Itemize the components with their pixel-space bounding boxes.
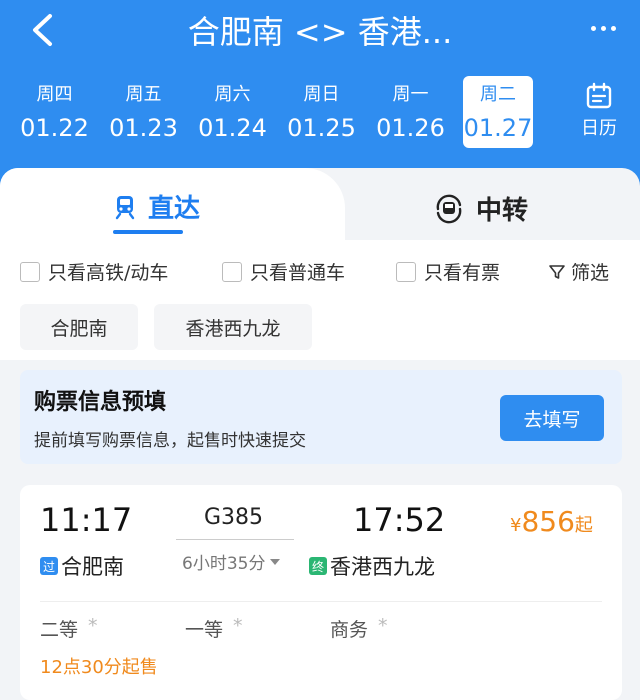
tab-underline: [113, 230, 183, 234]
date-item[interactable]: 周日 01.25: [277, 76, 366, 148]
seat-availability: *: [233, 615, 243, 637]
from-station-name: 合肥南: [61, 555, 124, 579]
arrival-time: 17:52: [353, 501, 446, 539]
checkbox[interactable]: [396, 261, 416, 282]
to-station-name: 香港西九龙: [330, 555, 435, 579]
date-weekday: 周二: [480, 84, 516, 105]
seat-business: 商务 *: [330, 615, 388, 642]
date-value: 01.23: [109, 114, 178, 142]
calendar-icon: [586, 82, 612, 109]
date-selector: 周四 01.22 周五 01.23 周六 01.24 周日 01.25 周一 01.26 …: [10, 76, 550, 148]
checkbox[interactable]: [222, 261, 242, 282]
seat-availability: *: [378, 615, 388, 637]
prefill-button[interactable]: 去填写: [500, 395, 604, 441]
filter-high-speed[interactable]: 只看高铁/动车: [20, 258, 168, 285]
duration[interactable]: 6小时35分: [182, 549, 281, 574]
terminal-badge: 终: [309, 557, 327, 575]
seat-label: 一等: [185, 619, 224, 641]
date-weekday: 周日: [303, 84, 340, 105]
prefill-title: 购票信息预填: [34, 390, 167, 415]
price-suffix: 起: [574, 515, 593, 536]
filter-button-label: 筛选: [571, 262, 610, 284]
departure-time: 11:17: [40, 501, 133, 539]
filter-button[interactable]: 筛选: [548, 258, 609, 285]
station-tag-to[interactable]: 香港西九龙: [154, 304, 312, 350]
seat-label: 二等: [40, 619, 79, 641]
seat-label: 商务: [330, 619, 369, 641]
duration-text: 6小时35分: [182, 554, 266, 574]
filter-label: 只看高铁/动车: [48, 262, 169, 284]
date-weekday: 周六: [214, 84, 251, 105]
checkbox[interactable]: [20, 261, 40, 282]
seat-availability: *: [88, 615, 98, 637]
tab-transfer[interactable]: 中转: [432, 190, 528, 227]
tab-transfer-label: 中转: [476, 196, 529, 226]
prefill-subtitle: 提前填写购票信息，起售时快速提交: [34, 431, 306, 451]
tab-direct[interactable]: 直达: [0, 168, 345, 240]
route-line: [176, 539, 294, 540]
calendar-label: 日历: [581, 118, 617, 139]
date-item[interactable]: 周五 01.23: [99, 76, 188, 148]
price-amount: 856: [521, 505, 575, 538]
station-tag-from[interactable]: 合肥南: [20, 304, 138, 350]
prefill-card: 购票信息预填 提前填写购票信息，起售时快速提交 去填写: [20, 370, 622, 464]
date-weekday: 周五: [125, 84, 162, 105]
price: ¥ 856 起: [510, 505, 593, 538]
to-station: 终 香港西九龙: [309, 551, 435, 581]
divider: [40, 601, 602, 602]
filter-section: 只看高铁/动车 只看普通车 只看有票 筛选 合肥南 香港西九龙: [0, 240, 640, 360]
train-card[interactable]: 11:17 G385 6小时35分 17:52 ¥ 856 起 过 合肥南 终 …: [20, 485, 622, 700]
date-value: 01.24: [198, 114, 267, 142]
seat-second-class: 二等 *: [40, 615, 98, 642]
date-item[interactable]: 周四 01.22: [10, 76, 99, 148]
date-item-selected[interactable]: 周二 01.27: [463, 76, 533, 148]
train-number: G385: [204, 505, 264, 530]
filter-available[interactable]: 只看有票: [396, 258, 500, 285]
filter-label: 只看普通车: [250, 262, 346, 284]
date-item[interactable]: 周六 01.24: [188, 76, 277, 148]
train-icon: [115, 195, 135, 219]
date-value: 01.26: [376, 114, 445, 142]
date-value: 01.25: [287, 114, 356, 142]
date-value: 01.27: [463, 114, 533, 142]
filter-regular[interactable]: 只看普通车: [222, 258, 345, 285]
transfer-icon: [436, 194, 462, 223]
page-title: 合肥南 <> 香港...: [187, 13, 453, 51]
date-item[interactable]: 周一 01.26: [366, 76, 455, 148]
price-currency: ¥: [510, 515, 522, 536]
sale-time-note: 12点30分起售: [40, 657, 158, 678]
tab-direct-label: 直达: [148, 194, 201, 224]
pass-badge: 过: [40, 557, 58, 575]
filter-row: 只看高铁/动车 只看普通车 只看有票 筛选: [0, 252, 640, 288]
filter-label: 只看有票: [424, 262, 501, 284]
date-value: 01.22: [20, 114, 89, 142]
funnel-icon: [549, 264, 565, 279]
seat-first-class: 一等 *: [185, 615, 243, 642]
date-weekday: 周一: [392, 84, 429, 105]
more-options-button[interactable]: [591, 26, 616, 31]
from-station: 过 合肥南: [40, 551, 124, 581]
calendar-button[interactable]: 日历: [572, 82, 626, 146]
date-weekday: 周四: [36, 84, 73, 105]
caret-down-icon: [270, 558, 281, 565]
